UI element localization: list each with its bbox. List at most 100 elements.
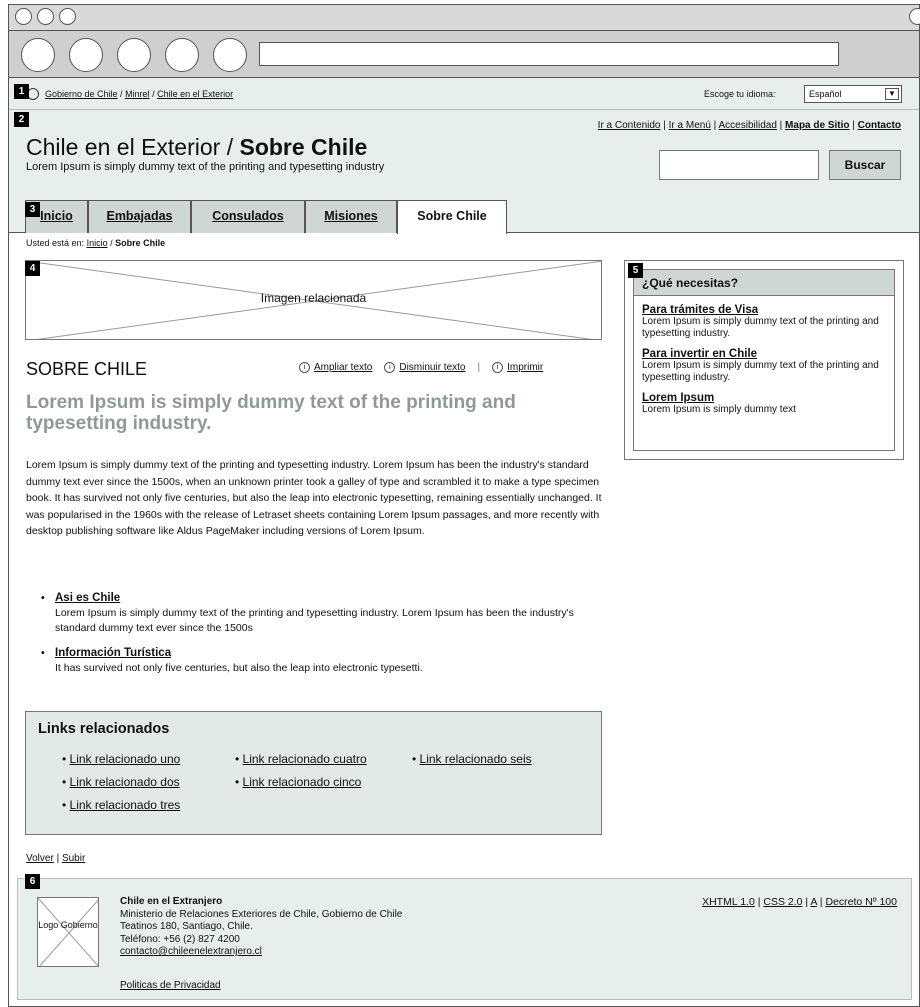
- related-link-dos[interactable]: Link relacionado dos: [70, 775, 180, 789]
- forward-button[interactable]: [69, 38, 103, 72]
- window-extra-button[interactable]: [909, 8, 920, 25]
- decreto-link[interactable]: Decreto Nº 100: [825, 896, 897, 908]
- sidebar-item-visa: Para trámites de Visa Lorem Ipsum is sim…: [634, 304, 894, 340]
- logo-text: Logo Gobierno: [38, 920, 98, 930]
- sidebar-item-visa-title[interactable]: Para trámites de Visa: [642, 304, 886, 316]
- tool-ampliar-label[interactable]: Ampliar texto: [314, 362, 372, 373]
- volver-link[interactable]: Volver: [26, 853, 54, 864]
- related-links-title: Links relacionados: [38, 721, 170, 737]
- tool-disminuir-label[interactable]: Disminuir texto: [399, 362, 465, 373]
- xhtml-link[interactable]: XHTML 1.0: [702, 896, 755, 908]
- page-frame: 1 Gobierno de Chile / Minrel / Chile en …: [8, 78, 920, 1007]
- breadcrumb-home[interactable]: Inicio: [87, 238, 108, 248]
- window-minimize-button[interactable]: [37, 8, 54, 25]
- window-maximize-button[interactable]: [59, 8, 76, 25]
- gov-strip: 1 Gobierno de Chile / Minrel / Chile en …: [9, 78, 919, 110]
- link-accesibilidad[interactable]: Accesibilidad: [719, 120, 777, 131]
- related-link-cinco[interactable]: Link relacionado cinco: [243, 775, 362, 789]
- related-links-col-3: Link relacionado seis: [412, 752, 532, 775]
- site-footer: Logo Gobierno Chile en el Extranjero Min…: [17, 878, 912, 1000]
- link-ir-menu[interactable]: Ir a Menú: [669, 120, 711, 131]
- utility-links: Ir a Contenido | Ir a Menú | Accesibilid…: [597, 120, 901, 131]
- site-title: Chile en el Exterior / Sobre Chile: [26, 134, 367, 161]
- related-link-tres[interactable]: Link relacionado tres: [70, 798, 181, 812]
- bullet-title-informacion-turistica[interactable]: Información Turística: [55, 647, 171, 659]
- address-bar[interactable]: [259, 42, 839, 66]
- tab-sobre-chile[interactable]: Sobre Chile: [397, 200, 507, 234]
- css-link[interactable]: CSS 2.0: [763, 896, 802, 908]
- sidebar-item-lorem-title[interactable]: Lorem Ipsum: [642, 392, 886, 404]
- list-item: Asi es Chile Lorem Ipsum is simply dummy…: [39, 591, 599, 636]
- home-button[interactable]: [213, 38, 247, 72]
- logo-placeholder-icon: [38, 898, 98, 966]
- subir-link[interactable]: Subir: [62, 853, 85, 864]
- tab-embajadas[interactable]: Embajadas: [88, 200, 191, 233]
- footer-org-name: Chile en el Extranjero: [120, 896, 223, 907]
- gov-breadcrumb: Gobierno de Chile / Minrel / Chile en el…: [45, 89, 234, 99]
- sidebar-item-invertir-text: Lorem Ipsum is simply dummy text of the …: [642, 360, 879, 383]
- sidebar-item-invertir-title[interactable]: Para invertir en Chile: [642, 348, 886, 360]
- chevron-down-icon: ▼: [885, 88, 899, 100]
- a-level-link[interactable]: A: [810, 896, 816, 908]
- language-select[interactable]: Español ▼: [804, 85, 902, 103]
- search-input[interactable]: [659, 150, 819, 180]
- tab-consulados[interactable]: Consulados: [191, 200, 305, 233]
- footer-contact: Chile en el Extranjero Ministerio de Rel…: [120, 896, 402, 959]
- bullet-text: It has survived not only five centuries,…: [55, 662, 423, 674]
- tools-divider: |: [477, 362, 481, 373]
- search-button[interactable]: Buscar: [829, 150, 901, 180]
- main-tabs: 3 Inicio Embajadas Consulados Misiones S…: [9, 200, 919, 234]
- breadcrumb-current: Sobre Chile: [115, 238, 166, 248]
- footer-line-2: Teatinos 180, Santiago, Chile.: [120, 921, 253, 932]
- site-header: 2 Ir a Contenido | Ir a Menú | Accesibil…: [9, 110, 919, 200]
- related-link-uno[interactable]: Link relacionado uno: [70, 752, 181, 766]
- related-links-col-2: Link relacionado cuatro Link relacionado…: [235, 752, 367, 798]
- stop-button[interactable]: [165, 38, 199, 72]
- article-lead: Lorem Ipsum is simply dummy text of the …: [26, 392, 516, 434]
- language-label: Escoge tu idioma:: [704, 89, 776, 99]
- back-button[interactable]: [21, 38, 55, 72]
- sidebar-panel: ¿Qué necesitas? Para trámites de Visa Lo…: [633, 269, 895, 451]
- callout-3: 3: [25, 202, 40, 217]
- crumb-chile-exterior[interactable]: Chile en el Exterior: [157, 89, 233, 99]
- browser-toolbar: [8, 30, 920, 78]
- crumb-minrel[interactable]: Minrel: [125, 89, 150, 99]
- related-image: Imagen relacionada: [25, 260, 602, 340]
- list-item: Información Turística It has survived no…: [39, 646, 599, 676]
- language-value: Español: [809, 89, 842, 99]
- breadcrumb-prefix: Usted está en:: [26, 238, 85, 248]
- related-image-label: Imagen relacionada: [260, 291, 367, 305]
- sidebar-item-lorem-text: Lorem Ipsum is simply dummy text: [642, 404, 796, 415]
- link-mapa-sitio[interactable]: Mapa de Sitio: [785, 120, 849, 131]
- link-contacto[interactable]: Contacto: [858, 120, 901, 131]
- sidebar-item-lorem: Lorem Ipsum Lorem Ipsum is simply dummy …: [634, 392, 894, 416]
- footer-line-1: Ministerio de Relaciones Exteriores de C…: [120, 908, 403, 920]
- article-tools: i Ampliar texto i Disminuir texto | i Impri…: [299, 362, 543, 373]
- link-ir-contenido[interactable]: Ir a Contenido: [598, 120, 661, 131]
- article-title: SOBRE CHILE: [26, 359, 148, 379]
- footer-standards: XHTML 1.0 | CSS 2.0 | A | Decreto Nº 100: [702, 896, 897, 908]
- footer-email[interactable]: contacto@chileenelextranjero.cl: [120, 946, 262, 957]
- tool-imprimir[interactable]: i Imprimir: [492, 362, 543, 373]
- related-link-cuatro[interactable]: Link relacionado cuatro: [243, 752, 367, 766]
- tool-imprimir-label[interactable]: Imprimir: [507, 362, 543, 373]
- bullet-title-asi-es-chile[interactable]: Asi es Chile: [55, 592, 120, 604]
- related-link-seis[interactable]: Link relacionado seis: [420, 752, 532, 766]
- browser-titlebar: [8, 4, 920, 30]
- privacy-link[interactable]: Politicas de Privacidad: [120, 980, 221, 991]
- callout-2: 2: [14, 112, 29, 127]
- sidebar-box: ¿Qué necesitas? Para trámites de Visa Lo…: [624, 260, 904, 460]
- breadcrumb: Usted está en: Inicio / Sobre Chile: [26, 238, 166, 248]
- bullet-text: Lorem Ipsum is simply dummy text of the …: [55, 607, 574, 634]
- reload-button[interactable]: [117, 38, 151, 72]
- tool-ampliar[interactable]: i Ampliar texto: [299, 362, 372, 373]
- tab-misiones[interactable]: Misiones: [305, 200, 397, 233]
- footer-line-3: Teléfono: +56 (2) 827 4200: [120, 933, 240, 945]
- site-title-bold: Sobre Chile: [239, 134, 368, 160]
- crumb-gobierno[interactable]: Gobierno de Chile: [45, 89, 118, 99]
- callout-4: 4: [25, 261, 40, 276]
- window-close-button[interactable]: [15, 8, 32, 25]
- callout-6: 6: [25, 874, 40, 889]
- related-links-col-1: Link relacionado uno Link relacionado do…: [62, 752, 181, 821]
- tool-disminuir[interactable]: i Disminuir texto: [384, 362, 466, 373]
